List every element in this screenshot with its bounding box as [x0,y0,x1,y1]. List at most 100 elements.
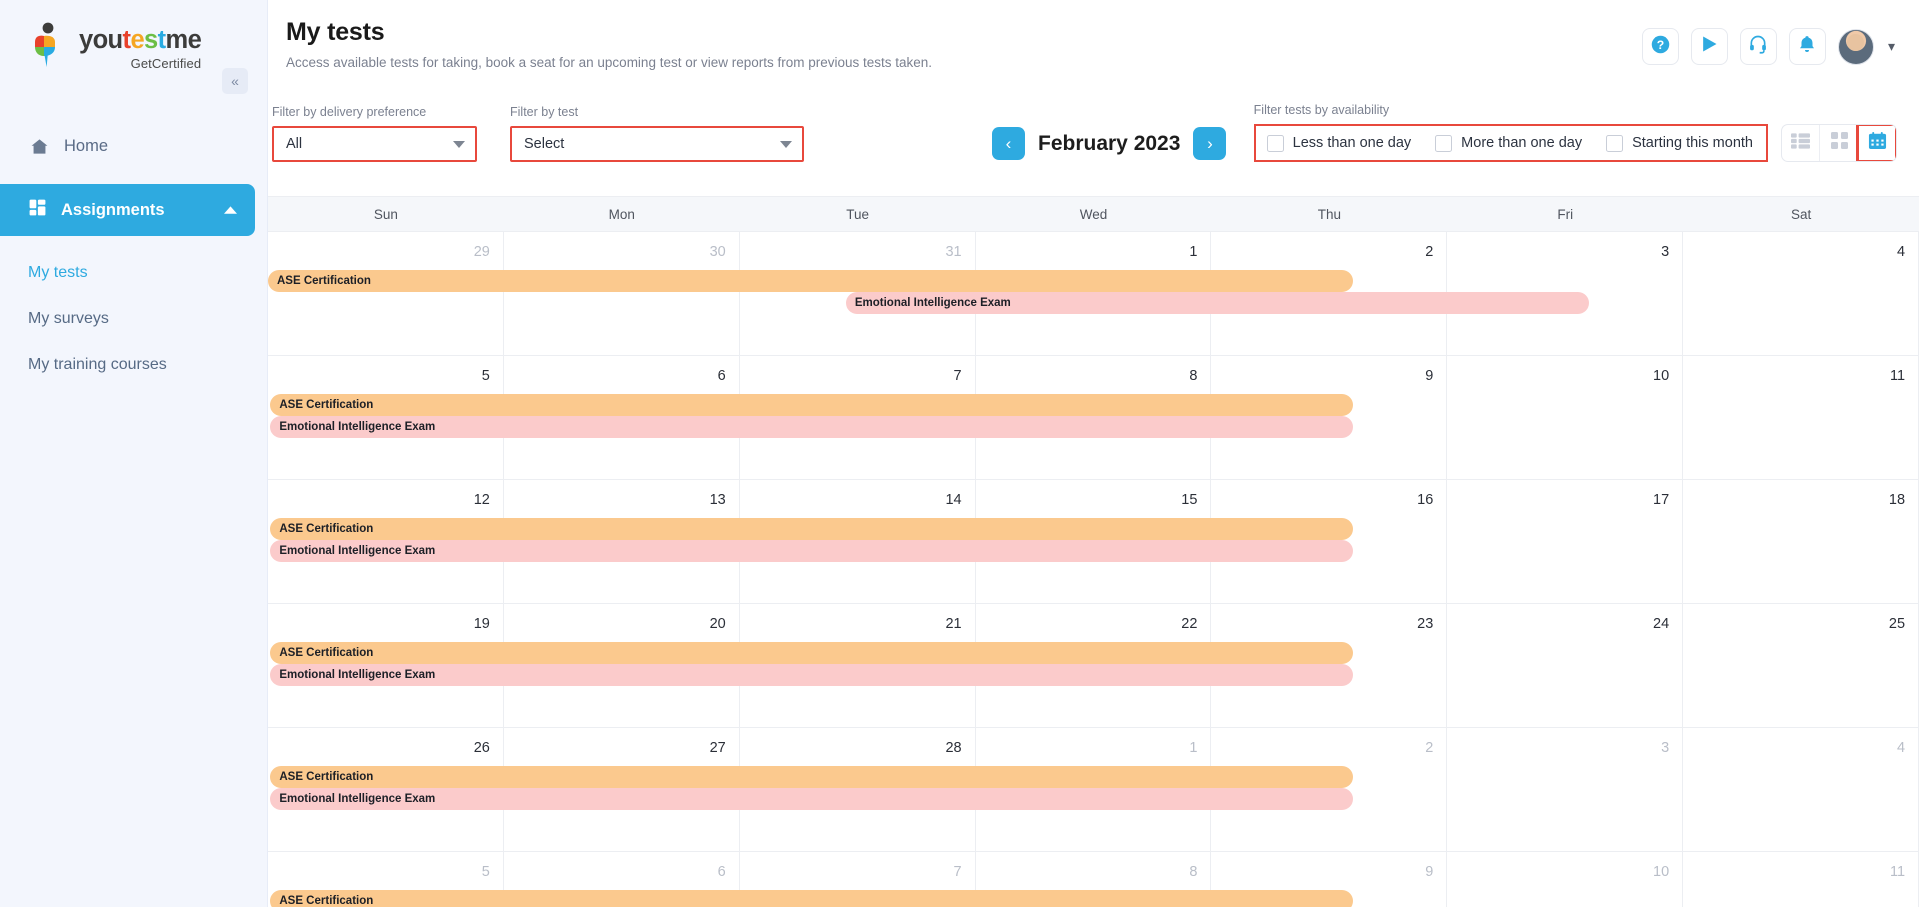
sidebar-item-my-tests[interactable]: My tests [0,250,267,296]
calendar-day-cell[interactable]: 18 [1683,480,1919,603]
logo-word-e: e [130,26,145,54]
calendar-day-header-tue: Tue [846,206,870,222]
help-button[interactable]: ? [1641,28,1679,65]
youtestme-logo-icon [28,22,70,68]
support-button[interactable] [1739,28,1777,65]
calendar-day-cell[interactable]: 25 [1683,604,1919,727]
calendar-day-header-sun: Sun [373,206,398,222]
calendar-day-number: 11 [1889,368,1906,384]
calendar-week-row: 5 6 7 8 9 10 11 ASE Certification Emotional Inte… [268,356,1919,480]
grid-view-button[interactable] [1820,125,1858,161]
calendar-day-cell[interactable]: 30 [504,232,740,355]
calendar-event-bar[interactable]: ASE Certification [270,766,1353,788]
calendar-week-row: 5 6 7 8 9 10 11 ASE Certification [268,852,1919,907]
delivery-preference-select[interactable]: All [272,126,477,162]
brand-tagline: GetCertified [130,55,202,71]
play-tutorial-button[interactable] [1690,28,1728,65]
calendar-day-cell[interactable]: 4 [1683,728,1919,851]
checkbox-less-than-one-day[interactable]: Less than one day [1266,134,1412,152]
calendar-day-cell[interactable]: 3 [1447,728,1684,851]
calendar-day-number: 27 [709,740,726,756]
calendar-day-cell[interactable]: 4 [1683,232,1919,355]
calendar-day-cell[interactable]: 17 [1447,480,1684,603]
grid-icon [28,198,47,222]
calendar-day-number: 13 [709,492,726,508]
filter-by-test-label: Filter by test [510,105,579,119]
checkbox-more-than-one-day[interactable]: More than one day [1435,134,1583,152]
svg-text:?: ? [1657,37,1664,51]
calendar-day-number: 8 [1189,864,1198,880]
checkbox-box[interactable] [1266,134,1284,152]
app-root: youtestme GetCertified « Home Assignment… [0,0,1919,907]
sidebar-item-home-label: Home [64,136,109,155]
calendar-day-number: 22 [1181,616,1198,632]
sidebar-item-assignments[interactable]: Assignments [0,184,255,236]
sidebar-item-my-training-courses-label: My training courses [28,356,167,373]
calendar-event-bar[interactable]: Emotional Intelligence Exam [270,664,1353,686]
chevron-left-icon: ‹ [1005,133,1012,153]
avatar[interactable] [1837,28,1874,65]
calendar-event-bar[interactable]: Emotional Intelligence Exam [270,540,1353,562]
calendar-day-cell[interactable]: 10 [1447,356,1684,479]
checkbox-more-than-one-day-label: More than one day [1461,135,1583,151]
calendar-day-cell[interactable]: 24 [1447,604,1684,727]
calendar-day-number: 7 [953,864,962,880]
profile-menu-chevron-down-icon[interactable]: ▾ [1888,38,1895,55]
calendar-day-number: 9 [1425,368,1434,384]
calendar-day-number: 24 [1653,616,1670,632]
logo-word-s: s [144,26,158,54]
filter-availability: Filter tests by availability Less than o… [1253,103,1897,162]
calendar-event-bar[interactable]: ASE Certification [270,890,1353,907]
prev-month-button[interactable]: ‹ [992,127,1025,160]
calendar-weeks: 29 30 31 1 2 3 4 ASE Certification Emotional Int… [268,232,1919,907]
sidebar-collapse-button[interactable]: « [222,68,248,94]
calendar-day-header-fri: Fri [1557,206,1574,222]
calendar-event-bar[interactable]: Emotional Intelligence Exam [270,416,1353,438]
calendar-day-number: 1 [1189,740,1198,756]
current-month-label: February 2023 [1038,131,1181,155]
notification-bell-icon [1797,34,1817,59]
calendar-day-cell[interactable]: 29 [268,232,504,355]
calendar-day-number: 15 [1181,492,1198,508]
logo-word-t2: t [157,26,166,54]
availability-checkbox-group: Less than one day More than one day Star… [1253,124,1768,162]
delivery-preference-value: All [286,136,303,152]
list-view-button[interactable] [1782,125,1820,161]
support-headset-icon [1748,34,1768,59]
calendar-event-bar[interactable]: ASE Certification [270,642,1353,664]
calendar-event-bar[interactable]: ASE Certification [270,518,1353,540]
sidebar-item-my-surveys[interactable]: My surveys [0,296,267,342]
calendar-day-header-mon: Mon [608,206,635,222]
sidebar-item-assignments-label: Assignments [61,200,165,219]
calendar-event-bar[interactable]: Emotional Intelligence Exam [845,292,1589,314]
calendar-day-cell[interactable]: 10 [1447,852,1684,907]
next-month-button[interactable]: › [1193,127,1227,160]
calendar-event-bar[interactable]: ASE Certification [268,270,1353,292]
checkbox-box[interactable] [1435,134,1453,152]
filter-delivery-preference: Filter by delivery preference All [272,105,477,162]
calendar-day-number: 7 [953,368,962,384]
notifications-button[interactable] [1788,28,1826,65]
checkbox-starting-this-month[interactable]: Starting this month [1606,134,1753,152]
calendar-day-cell[interactable]: 11 [1683,852,1919,907]
calendar-day-number: 26 [473,740,490,756]
sidebar-item-home[interactable]: Home [0,126,267,166]
calendar-day-number: 5 [481,864,490,880]
calendar-day-cell[interactable]: 11 [1683,356,1919,479]
sidebar-item-my-training-courses[interactable]: My training courses [0,342,267,388]
page-header: My tests Access available tests for taki… [268,0,1919,88]
checkbox-less-than-one-day-label: Less than one day [1292,135,1412,151]
calendar-view-button[interactable] [1856,125,1896,161]
calendar-day-number: 4 [1896,244,1906,260]
test-select[interactable]: Select [510,126,804,162]
checkbox-box[interactable] [1606,134,1624,152]
calendar-day-number: 28 [945,740,962,756]
calendar-event-bar[interactable]: Emotional Intelligence Exam [270,788,1353,810]
logo-word-me: me [165,26,202,54]
calendar-event-bar[interactable]: ASE Certification [270,394,1353,416]
grid-view-icon [1830,132,1848,154]
calendar-day-number: 20 [709,616,726,632]
calendar-week-row: 29 30 31 1 2 3 4 ASE Certification Emotional Int… [268,232,1919,356]
view-toggle-group [1781,124,1897,162]
help-icon: ? [1650,34,1671,60]
